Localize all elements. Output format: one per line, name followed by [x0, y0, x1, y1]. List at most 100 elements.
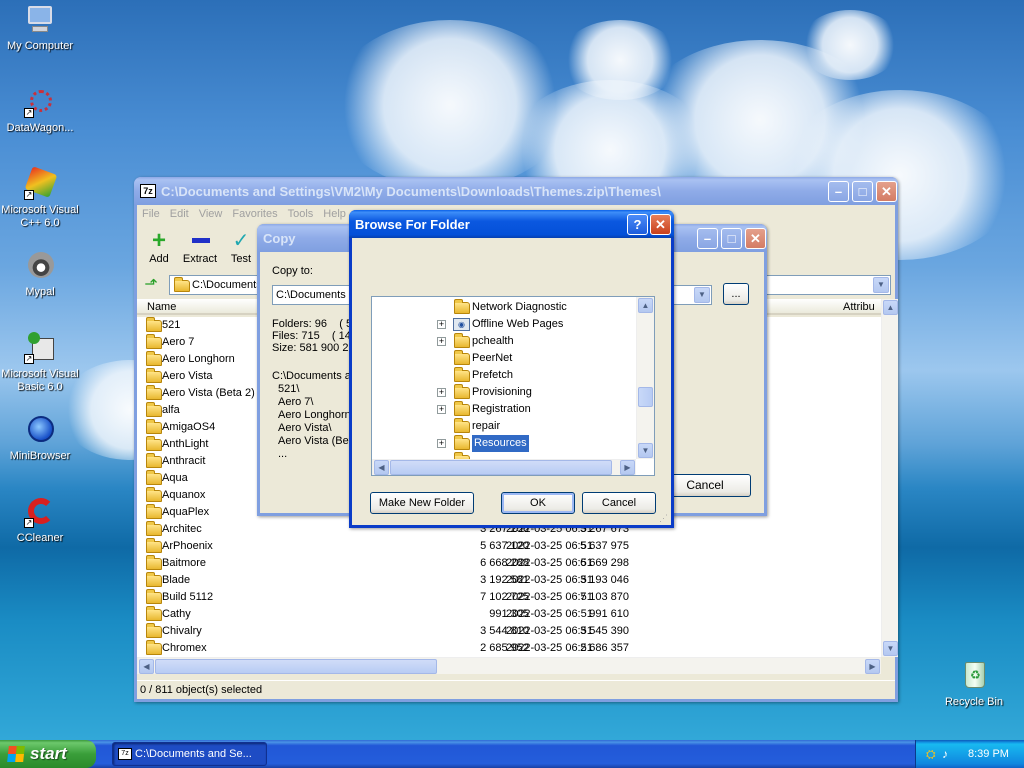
expand-icon[interactable]: + [437, 320, 446, 329]
chevron-down-icon: ▼ [641, 446, 650, 455]
desktop-icon-visual-basic[interactable]: ↗ Microsoft Visual Basic 6.0 [0, 332, 80, 394]
file-list-vscrollbar[interactable]: ▲ ▼ [881, 299, 898, 657]
network-tray-icon[interactable]: ⛭ [926, 747, 940, 761]
copy-file-list: C:\Documents a 521\ Aero 7\ Aero Longhor… [272, 370, 352, 461]
browse-button-label: ... [731, 288, 741, 300]
tree-item[interactable]: + ◉ Offline Web Pages [372, 316, 636, 333]
desktop-icon-mypal[interactable]: Mypal [0, 250, 80, 299]
expand-icon[interactable]: + [437, 405, 446, 414]
scroll-up-button[interactable]: ▲ [883, 300, 898, 315]
tree-item-partial[interactable] [372, 452, 636, 459]
taskbar: start 7z C:\Documents and Se... ⛭ ♪ 8:39… [0, 740, 1024, 768]
browse-cancel-button[interactable]: Cancel [582, 492, 656, 514]
expand-icon[interactable]: + [437, 388, 446, 397]
file-list-hscrollbar[interactable]: ◀ ▶ [137, 657, 881, 674]
volume-tray-icon[interactable]: ♪ [942, 747, 956, 761]
scroll-down-button[interactable]: ▼ [883, 641, 898, 656]
table-row[interactable]: Build 5112 7 102 725 7 103 870 2022-03-25 0… [137, 589, 881, 606]
tree-item[interactable]: repair [372, 418, 636, 435]
tree-item[interactable]: + Resources [372, 435, 636, 452]
tree-item[interactable]: + Registration [372, 401, 636, 418]
ok-button[interactable]: OK [501, 492, 575, 514]
tree-vscrollbar[interactable]: ▲ ▼ [636, 297, 654, 459]
browse-close-button[interactable]: ✕ [650, 214, 671, 235]
table-row[interactable]: ArPhoenix 5 637 120 5 637 975 2022-03-25 06… [137, 538, 881, 555]
browse-dialog-titlebar[interactable]: Browse For Folder [349, 210, 674, 238]
menu-edit[interactable]: Edit [170, 205, 189, 223]
window-title: C:\Documents and Settings\VM2\My Documen… [161, 183, 661, 199]
expand-icon[interactable]: + [437, 337, 446, 346]
folder-icon [454, 384, 470, 399]
tree-hscroll-thumb[interactable] [390, 460, 612, 475]
copy-dialog-title: Copy [263, 230, 296, 246]
tree-scroll-down-button[interactable]: ▼ [638, 443, 653, 458]
table-row[interactable]: Baitmore 6 668 288 6 669 298 2022-03-25 06:… [137, 555, 881, 572]
tree-item[interactable]: Prefetch [372, 367, 636, 384]
tree-item[interactable]: Network Diagnostic [372, 299, 636, 316]
table-row[interactable]: Blade 3 192 581 3 193 046 2022-03-25 06:51 [137, 572, 881, 589]
resize-grip-icon[interactable]: ⋰ [659, 513, 669, 523]
copy-list-item: Aero 7\ [278, 396, 314, 408]
desktop-icon-datawagon[interactable]: ↗ DataWagon... [0, 86, 80, 135]
chevron-up-icon: ▲ [641, 301, 650, 310]
start-button[interactable]: start [0, 740, 96, 768]
column-name[interactable]: Name [147, 301, 176, 313]
visual-cpp-icon: ↗ [24, 166, 58, 200]
menu-help[interactable]: Help [323, 205, 346, 223]
file-packed-size: 991 610 [589, 608, 629, 620]
tree-scroll-left-button[interactable]: ◀ [374, 460, 389, 475]
main-window-titlebar[interactable]: 7z C:\Documents and Settings\VM2\My Docu… [134, 177, 898, 205]
file-name: Baitmore [162, 557, 207, 569]
recycle-bin-icon: ♻ [958, 660, 990, 692]
toolbar-add-button[interactable]: + Add [143, 229, 175, 266]
column-attributes[interactable]: Attribu [843, 301, 875, 313]
chevron-left-icon: ◀ [143, 662, 150, 671]
menu-favorites[interactable]: Favorites [232, 205, 277, 223]
tree-item[interactable]: + Provisioning [372, 384, 636, 401]
make-new-folder-button[interactable]: Make New Folder [370, 492, 474, 514]
toolbar-extract-button[interactable]: Extract [181, 229, 219, 265]
scroll-thumb[interactable] [155, 659, 437, 674]
tree-item[interactable]: + pchealth [372, 333, 636, 350]
copy-to-browse-button[interactable]: ... [723, 283, 749, 305]
up-folder-button[interactable]: ⬏ [141, 275, 161, 295]
chevron-left-icon: ◀ [378, 463, 385, 472]
expand-icon[interactable]: + [437, 439, 446, 448]
scroll-left-button[interactable]: ◀ [139, 659, 154, 674]
menu-view[interactable]: View [199, 205, 223, 223]
copy-to-dropdown-button[interactable]: ▼ [694, 287, 710, 303]
tree-item[interactable]: PeerNet [372, 350, 636, 367]
scroll-right-button[interactable]: ▶ [865, 659, 880, 674]
menu-tools[interactable]: Tools [288, 205, 314, 223]
path-dropdown-button[interactable]: ▼ [873, 277, 889, 293]
desktop-icon-minibrowser[interactable]: MiniBrowser [0, 414, 80, 463]
close-button[interactable]: ✕ [876, 181, 897, 202]
toolbar-test-button[interactable]: ✓ Test [225, 229, 257, 265]
tree-scroll-right-button[interactable]: ▶ [620, 460, 635, 475]
copy-minimize-button[interactable]: – [697, 228, 718, 249]
file-name: alfa [162, 404, 180, 416]
help-button[interactable]: ? [627, 214, 648, 235]
copy-close-button[interactable]: ✕ [745, 228, 766, 249]
maximize-button[interactable]: □ [852, 181, 873, 202]
tree-scroll-up-button[interactable]: ▲ [638, 298, 653, 313]
folder-icon [146, 572, 162, 587]
desktop-icon-ccleaner[interactable]: ↗ CCleaner [0, 496, 80, 545]
minimize-button[interactable]: – [828, 181, 849, 202]
tree-hscrollbar[interactable]: ◀ ▶ [372, 459, 636, 475]
table-row[interactable]: Cathy 991 305 991 610 2022-03-25 06:51 [137, 606, 881, 623]
copy-list-item: 521\ [278, 383, 300, 395]
desktop-icon-label: My Computer [6, 40, 74, 52]
clock[interactable]: 8:39 PM [968, 740, 1009, 768]
file-modified: 2022-03-25 06:51 [506, 540, 593, 552]
copy-maximize-button[interactable]: □ [721, 228, 742, 249]
desktop-icon-my-computer[interactable]: My Computer [0, 4, 80, 53]
desktop-icon-visual-cpp[interactable]: ↗ Microsoft Visual C++ 6.0 [0, 166, 80, 230]
tree-scroll-thumb[interactable] [638, 387, 653, 407]
table-row[interactable]: Chromex 2 685 952 2 686 357 2022-03-25 06:5… [137, 640, 881, 657]
desktop-icon-recycle-bin[interactable]: ♻ Recycle Bin [934, 660, 1014, 709]
menu-file[interactable]: File [142, 205, 160, 223]
table-row[interactable]: Chivalry 3 544 810 3 545 390 2022-03-25 06:… [137, 623, 881, 640]
taskbar-task-7zip[interactable]: 7z C:\Documents and Se... [112, 742, 267, 766]
file-name: Aero Vista [162, 370, 213, 382]
